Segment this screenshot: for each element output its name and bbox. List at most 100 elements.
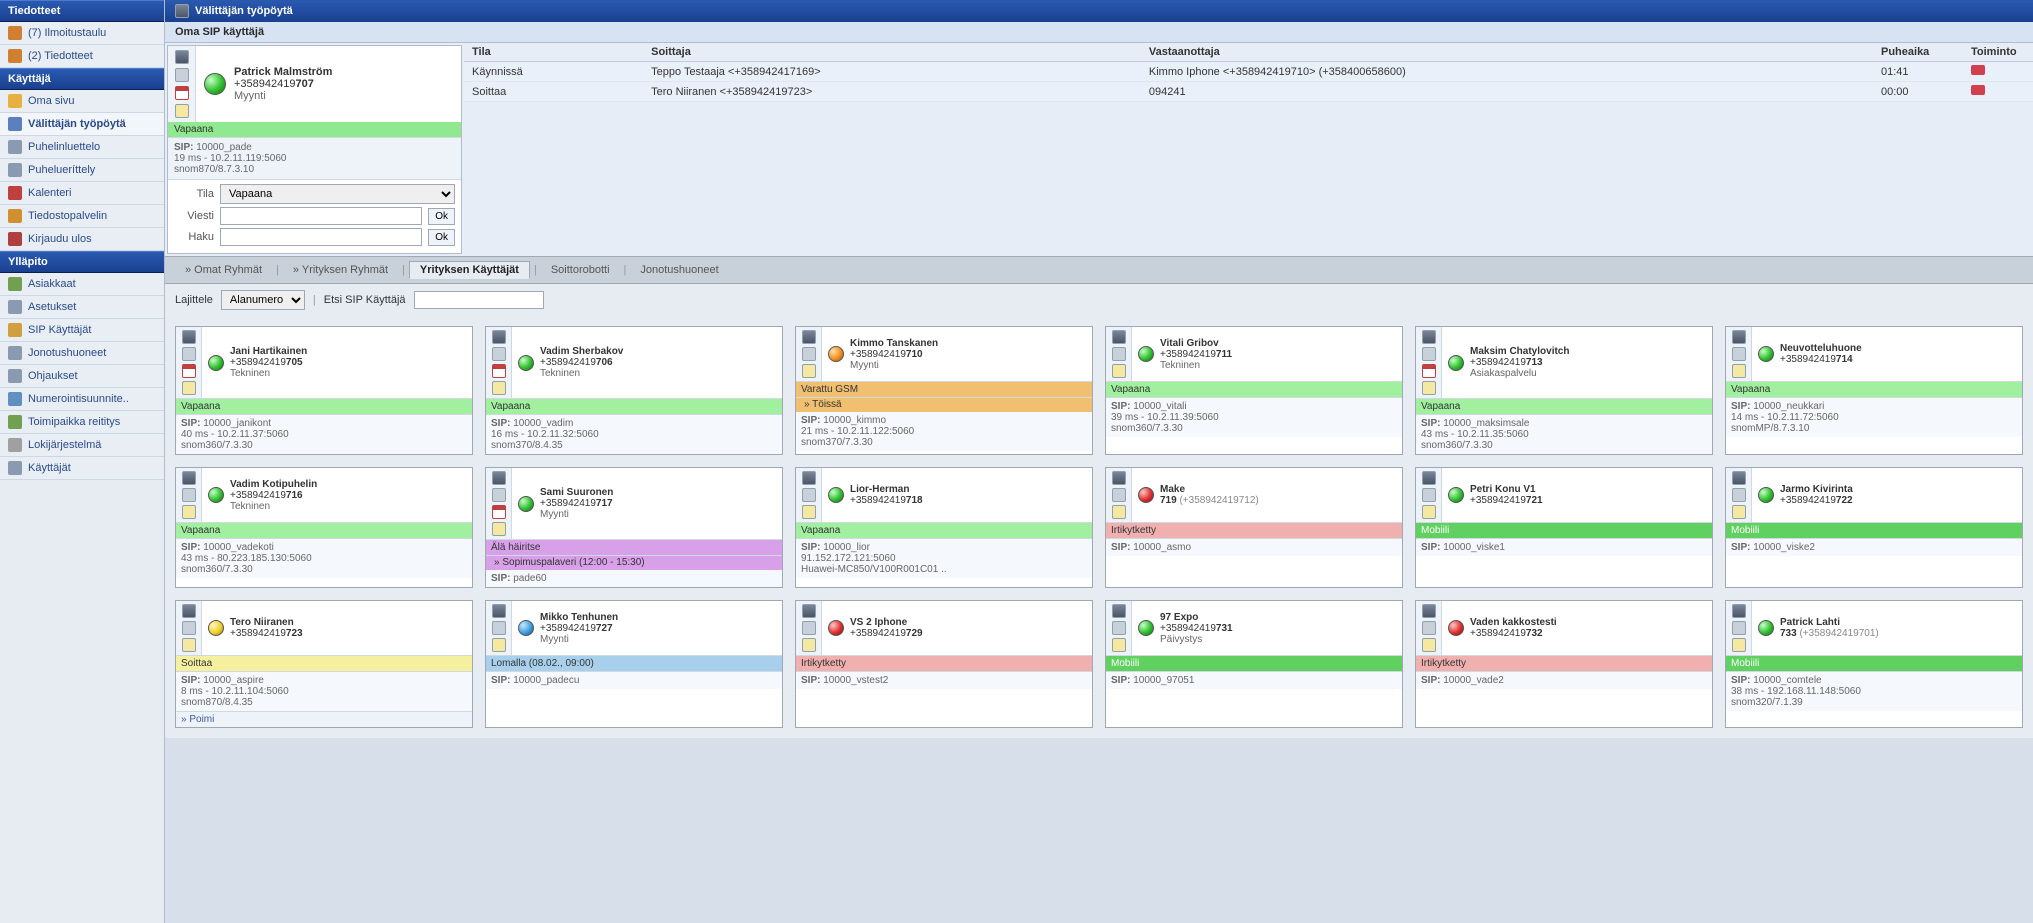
mobile-icon[interactable] (1732, 621, 1746, 635)
call-row[interactable]: KäynnissäTeppo Testaaja <+358942417169>K… (464, 62, 2033, 82)
mobile-icon[interactable] (175, 68, 189, 82)
sidebar-item[interactable]: Kalenteri (0, 182, 164, 205)
phone-icon[interactable] (1112, 604, 1126, 618)
mobile-icon[interactable] (1732, 488, 1746, 502)
phone-icon[interactable] (182, 471, 196, 485)
phone-icon[interactable] (1732, 471, 1746, 485)
sidebar-item[interactable]: Tiedostopalvelin (0, 205, 164, 228)
call-action-icon[interactable] (1971, 85, 1985, 95)
phone-icon[interactable] (182, 604, 196, 618)
phone-icon[interactable] (802, 471, 816, 485)
phone-icon[interactable] (175, 50, 189, 64)
edit-icon[interactable] (1422, 381, 1436, 395)
sidebar-item[interactable]: Oma sivu (0, 90, 164, 113)
mobile-icon[interactable] (492, 488, 506, 502)
mobile-icon[interactable] (802, 347, 816, 361)
user-card[interactable]: Lior-Herman+358942419718VapaanaSIP: 1000… (795, 467, 1093, 588)
mobile-icon[interactable] (1112, 621, 1126, 635)
edit-icon[interactable] (182, 381, 196, 395)
phone-icon[interactable] (182, 330, 196, 344)
tab[interactable]: » Omat Ryhmät (175, 262, 272, 278)
phone-icon[interactable] (802, 330, 816, 344)
edit-icon[interactable] (492, 638, 506, 652)
edit-icon[interactable] (1732, 638, 1746, 652)
edit-icon[interactable] (492, 522, 506, 536)
sidebar-item[interactable]: Välittäjän työpöytä (0, 113, 164, 136)
etsi-input[interactable] (414, 291, 544, 309)
user-card[interactable]: Sami Suuronen+358942419717MyyntiÄlä häir… (485, 467, 783, 588)
edit-icon[interactable] (182, 638, 196, 652)
tab[interactable]: Soittorobotti (541, 262, 620, 278)
user-card[interactable]: Patrick Lahti733 (+358942419701)MobiiliS… (1725, 600, 2023, 728)
calendar-icon[interactable] (175, 86, 189, 100)
tila-select[interactable]: Vapaana (220, 184, 455, 204)
haku-input[interactable] (220, 228, 422, 246)
phone-icon[interactable] (1422, 471, 1436, 485)
tab[interactable]: Yrityksen Käyttäjät (409, 261, 530, 279)
mobile-icon[interactable] (1422, 488, 1436, 502)
user-card[interactable]: Neuvotteluhuone+358942419714VapaanaSIP: … (1725, 326, 2023, 455)
edit-icon[interactable] (1112, 364, 1126, 378)
user-card[interactable]: Mikko Tenhunen+358942419727MyyntiLomalla… (485, 600, 783, 728)
user-card[interactable]: Make719 (+358942419712)IrtikytkettySIP: … (1105, 467, 1403, 588)
sidebar-item[interactable]: SIP Käyttäjät (0, 319, 164, 342)
user-card[interactable]: Vadim Kotipuhelin+358942419716TekninenVa… (175, 467, 473, 588)
poimi-link[interactable]: » Poimi (176, 711, 472, 727)
mobile-icon[interactable] (182, 621, 196, 635)
user-card[interactable]: Vaden kakkostesti+358942419732Irtikytket… (1415, 600, 1713, 728)
mobile-icon[interactable] (182, 347, 196, 361)
viesti-ok-button[interactable]: Ok (428, 208, 455, 225)
cal-icon[interactable] (1422, 364, 1436, 378)
phone-icon[interactable] (492, 604, 506, 618)
user-card[interactable]: Maksim Chatylovitch+358942419713Asiakasp… (1415, 326, 1713, 455)
mobile-icon[interactable] (1422, 621, 1436, 635)
sidebar-item[interactable]: (2) Tiedotteet (0, 45, 164, 68)
mobile-icon[interactable] (492, 347, 506, 361)
sidebar-item[interactable]: Puhelinluettelo (0, 136, 164, 159)
viesti-input[interactable] (220, 207, 422, 225)
mobile-icon[interactable] (802, 621, 816, 635)
phone-icon[interactable] (1732, 604, 1746, 618)
user-card[interactable]: Jani Hartikainen+358942419705TekninenVap… (175, 326, 473, 455)
edit-icon[interactable] (1732, 364, 1746, 378)
edit-icon[interactable] (1112, 505, 1126, 519)
haku-ok-button[interactable]: Ok (428, 229, 455, 246)
edit-icon[interactable] (175, 104, 189, 118)
edit-icon[interactable] (802, 505, 816, 519)
phone-icon[interactable] (492, 330, 506, 344)
sidebar-item[interactable]: Käyttäjät (0, 457, 164, 480)
call-action-icon[interactable] (1971, 65, 1985, 75)
edit-icon[interactable] (492, 381, 506, 395)
mobile-icon[interactable] (1112, 488, 1126, 502)
edit-icon[interactable] (1422, 505, 1436, 519)
phone-icon[interactable] (802, 604, 816, 618)
sidebar-item[interactable]: Puhelueríttely (0, 159, 164, 182)
edit-icon[interactable] (182, 505, 196, 519)
edit-icon[interactable] (1732, 505, 1746, 519)
cal-icon[interactable] (182, 364, 196, 378)
phone-icon[interactable] (1112, 330, 1126, 344)
user-card[interactable]: Jarmo Kivirinta+358942419722MobiiliSIP: … (1725, 467, 2023, 588)
tab[interactable]: Jonotushuoneet (630, 262, 728, 278)
user-card[interactable]: Tero Niiranen+358942419723SoittaaSIP: 10… (175, 600, 473, 728)
sidebar-item[interactable]: Ohjaukset (0, 365, 164, 388)
edit-icon[interactable] (1422, 638, 1436, 652)
sidebar-item[interactable]: Kirjaudu ulos (0, 228, 164, 251)
phone-icon[interactable] (492, 471, 506, 485)
call-row[interactable]: SoittaaTero Niiranen <+358942419723>0942… (464, 82, 2033, 102)
sidebar-item[interactable]: Asetukset (0, 296, 164, 319)
tab[interactable]: » Yrityksen Ryhmät (283, 262, 398, 278)
sidebar-item[interactable]: Jonotushuoneet (0, 342, 164, 365)
sidebar-item[interactable]: Lokijärjestelmä (0, 434, 164, 457)
mobile-icon[interactable] (182, 488, 196, 502)
sidebar-item[interactable]: Toimipaikka reititys (0, 411, 164, 434)
cal-icon[interactable] (492, 505, 506, 519)
lajittele-select[interactable]: Alanumero (221, 290, 305, 310)
sidebar-item[interactable]: (7) Ilmoitustaulu (0, 22, 164, 45)
phone-icon[interactable] (1112, 471, 1126, 485)
edit-icon[interactable] (802, 364, 816, 378)
sidebar-item[interactable]: Asiakkaat (0, 273, 164, 296)
edit-icon[interactable] (802, 638, 816, 652)
mobile-icon[interactable] (1112, 347, 1126, 361)
edit-icon[interactable] (1112, 638, 1126, 652)
